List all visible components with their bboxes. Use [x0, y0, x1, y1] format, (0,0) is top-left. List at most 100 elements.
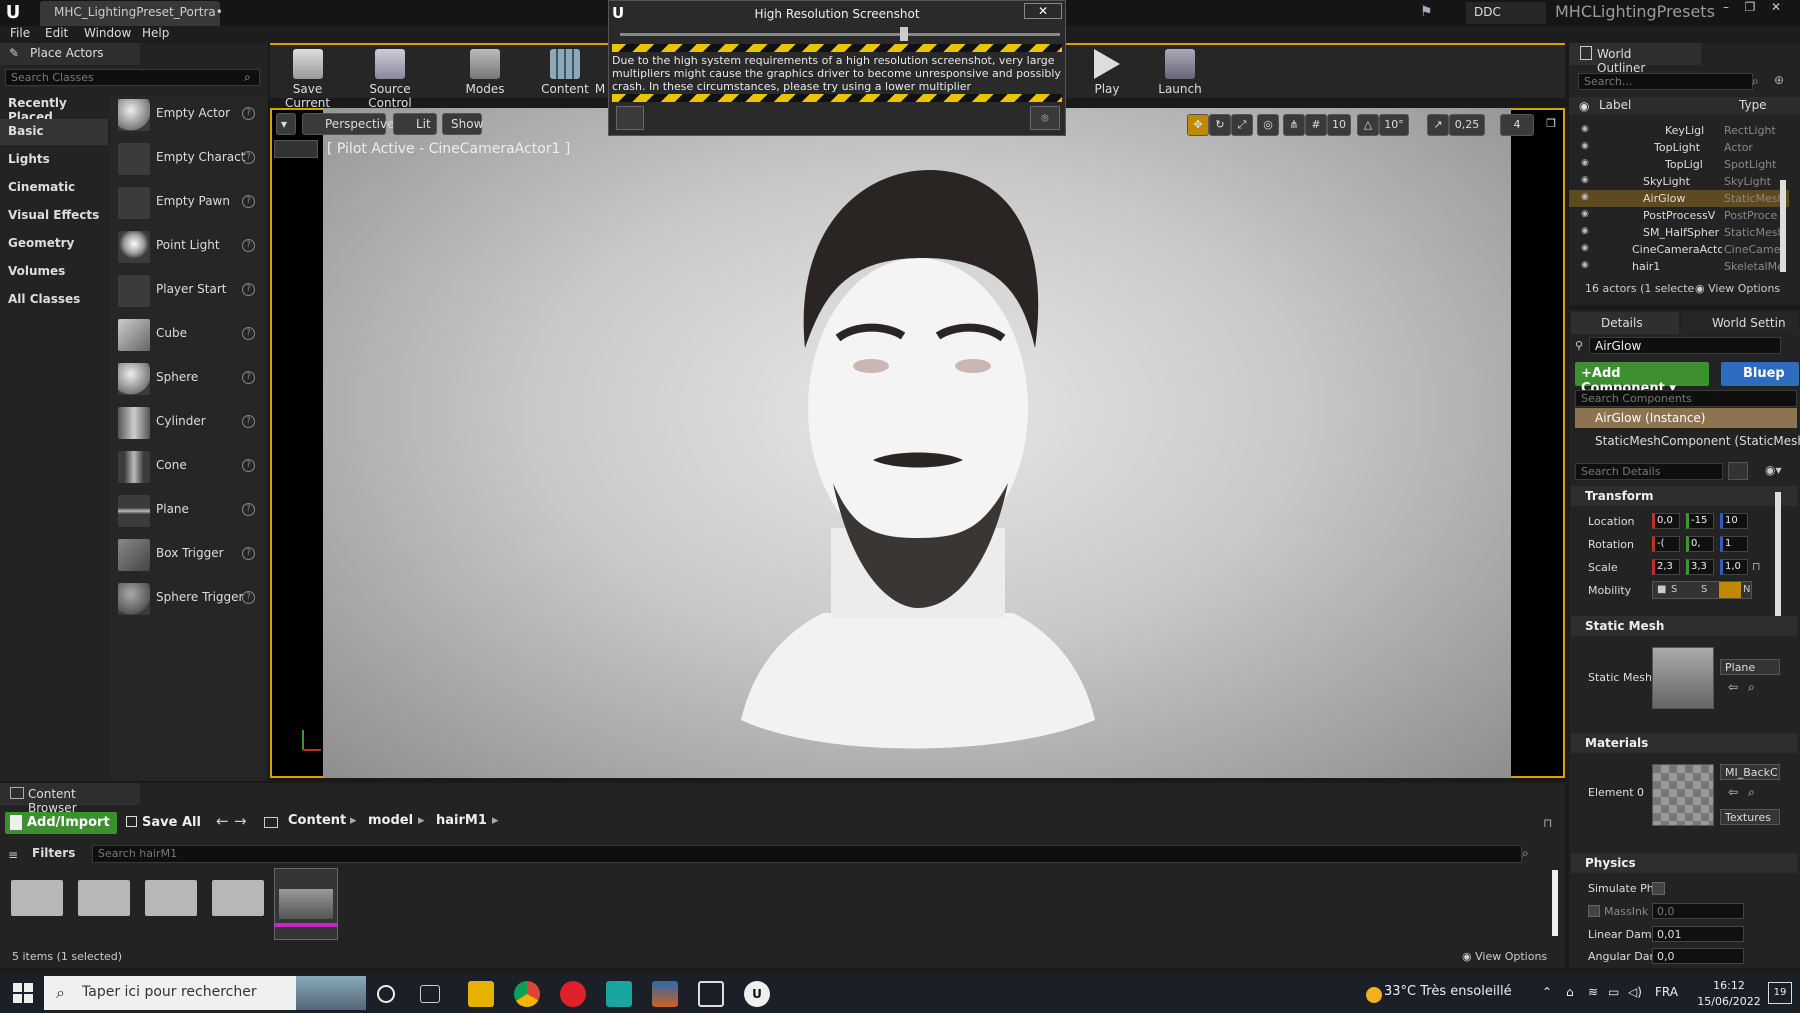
back-arrow-icon[interactable]: ←	[216, 812, 229, 830]
chevron-up-icon[interactable]: ⌃	[1542, 985, 1552, 999]
mobility-toggle[interactable]: ■ S S N	[1652, 581, 1752, 599]
actor-box-trigger[interactable]: Box Trigger?	[115, 535, 265, 575]
grid-size-value[interactable]: 10	[1327, 114, 1351, 136]
save-current-button[interactable]: Save Current	[270, 47, 345, 110]
static-mesh-component-row[interactable]: StaticMeshComponent (StaticMeshC	[1595, 434, 1800, 448]
camera-speed-value[interactable]: 4	[1500, 114, 1534, 136]
rotation-y[interactable]: 0,	[1686, 536, 1714, 552]
breadcrumb-more-icon[interactable]: ▸	[492, 813, 499, 828]
grid-snap-icon[interactable]: #	[1305, 114, 1327, 136]
lock-icon[interactable]: ⊓	[1752, 560, 1761, 573]
category-volumes[interactable]: Volumes	[0, 259, 108, 285]
multiplier-slider[interactable]	[620, 33, 1060, 36]
help-icon[interactable]: ?	[242, 459, 255, 472]
static-mesh-dropdown[interactable]: Plane	[1720, 659, 1780, 675]
viewport-render[interactable]	[323, 108, 1511, 778]
breadcrumb-content[interactable]: Content	[288, 813, 346, 828]
show-button[interactable]: Show	[442, 113, 483, 135]
help-icon[interactable]: ?	[242, 591, 255, 604]
scale-icon[interactable]: ⤢	[1231, 114, 1253, 136]
rotation-snap-value[interactable]: 10°	[1379, 114, 1409, 136]
viewport-options-icon[interactable]	[274, 140, 318, 158]
launch-button[interactable]: Launch	[1145, 47, 1215, 99]
search-components-input[interactable]: Search Components	[1575, 390, 1797, 407]
location-y[interactable]: -15	[1686, 513, 1714, 529]
label-column[interactable]: Label	[1599, 98, 1631, 112]
material-dropdown[interactable]: MI_BackC	[1720, 764, 1780, 780]
unreal-engine-icon[interactable]: U	[744, 981, 770, 1007]
taskbar-clock[interactable]: 16:12 15/06/2022	[1694, 978, 1764, 1010]
outliner-row[interactable]: ◉ AirGlow StaticMesh	[1569, 190, 1789, 207]
capture-camera-icon[interactable]: ⌾	[1030, 106, 1060, 130]
perspective-button[interactable]: Perspective	[302, 113, 395, 135]
menu-help[interactable]: Help	[142, 26, 169, 43]
category-lights[interactable]: Lights	[0, 147, 108, 173]
outliner-view-options-button[interactable]: ◉ View Options	[1695, 282, 1780, 295]
folder-item[interactable]	[145, 880, 197, 916]
filters-button[interactable]: Filters	[8, 844, 88, 864]
maximize-icon[interactable]: ❐	[1738, 0, 1762, 16]
details-scrollbar[interactable]	[1775, 492, 1781, 620]
language-indicator[interactable]: FRA	[1655, 985, 1678, 999]
search-details-input[interactable]: Search Details	[1575, 463, 1723, 480]
world-icon[interactable]: ◎	[1257, 114, 1279, 136]
scale-x[interactable]: 2,3	[1652, 559, 1680, 575]
source-control-button[interactable]: Source Control	[350, 47, 430, 110]
photos-icon[interactable]	[652, 981, 678, 1007]
dialog-close-button[interactable]: ✕	[1024, 3, 1062, 19]
viewport-menu-dropdown[interactable]: ▾	[276, 113, 296, 135]
category-geometry[interactable]: Geometry	[0, 231, 108, 257]
help-icon[interactable]: ?	[242, 503, 255, 516]
windows-start-icon[interactable]	[12, 982, 34, 1004]
actor-empty-actor[interactable]: Empty Actor?	[115, 95, 265, 135]
opera-icon[interactable]	[560, 981, 586, 1007]
minimize-icon[interactable]: –	[1714, 0, 1738, 16]
metahuman-icon[interactable]	[606, 981, 632, 1007]
rotation-x[interactable]: -(	[1652, 536, 1680, 552]
visibility-eye-icon[interactable]: ◉	[1581, 209, 1593, 219]
play-button[interactable]: Play	[1072, 47, 1142, 99]
actor-empty-pawn[interactable]: Empty Pawn?	[115, 183, 265, 223]
materials-section[interactable]: Materials	[1571, 733, 1797, 753]
actor-cone[interactable]: Cone?	[115, 447, 265, 487]
scale-label[interactable]: Scale	[1588, 561, 1618, 574]
weather-widget[interactable]: 33°C Très ensoleillé	[1384, 984, 1512, 999]
visibility-eye-icon[interactable]: ◉	[1581, 260, 1593, 270]
mass-checkbox[interactable]	[1588, 905, 1600, 917]
scale-snap-icon[interactable]: ↗	[1427, 114, 1449, 136]
menu-edit[interactable]: Edit	[45, 26, 68, 43]
component-instance-row[interactable]: AirGlow (Instance)	[1575, 408, 1797, 428]
search-classes-input[interactable]: Search Classes	[5, 69, 260, 86]
capture-region-icon[interactable]	[616, 106, 644, 130]
forward-arrow-icon[interactable]: →	[234, 812, 247, 830]
notification-icon[interactable]: ⚑	[1420, 4, 1438, 22]
selected-asset-thumbnail[interactable]	[274, 868, 338, 940]
content-button[interactable]: Content	[530, 47, 600, 99]
file-explorer-icon[interactable]	[468, 981, 494, 1007]
network-tray-icon[interactable]: ⌂	[1566, 985, 1574, 999]
add-component-button[interactable]: +Add Component ▾	[1575, 362, 1709, 396]
cortana-icon[interactable]	[377, 985, 395, 1003]
actor-cylinder[interactable]: Cylinder?	[115, 403, 265, 443]
mobility-static-icon[interactable]: ■	[1657, 584, 1666, 595]
help-icon[interactable]: ?	[242, 239, 255, 252]
actor-name-input[interactable]: AirGlow	[1589, 337, 1781, 354]
translate-icon[interactable]: ✥	[1187, 114, 1209, 136]
chrome-icon[interactable]	[514, 981, 540, 1007]
help-icon[interactable]: ?	[242, 415, 255, 428]
actor-cube[interactable]: Cube?	[115, 315, 265, 355]
category-cinematic[interactable]: Cinematic	[0, 175, 108, 201]
3d-viewer-icon[interactable]	[698, 981, 724, 1007]
textures-dropdown[interactable]: Textures	[1720, 809, 1780, 825]
outliner-row[interactable]: ◉ SM_HalfSpher StaticMesh	[1569, 224, 1789, 241]
scale-z[interactable]: 1,0	[1720, 559, 1748, 575]
outliner-row[interactable]: ◉ TopLigl SpotLight	[1569, 156, 1789, 173]
save-all-button[interactable]: Save All	[126, 812, 206, 834]
outliner-search-input[interactable]: Search...	[1578, 73, 1753, 90]
linear-damping-field[interactable]: 0,01	[1652, 926, 1744, 942]
static-mesh-thumbnail[interactable]	[1652, 647, 1714, 709]
rotation-snap-icon[interactable]: △	[1357, 114, 1379, 136]
outliner-scrollbar[interactable]	[1780, 180, 1786, 272]
multiplier-slider-handle[interactable]	[900, 27, 908, 41]
notifications-badge[interactable]: 19	[1768, 982, 1792, 1004]
